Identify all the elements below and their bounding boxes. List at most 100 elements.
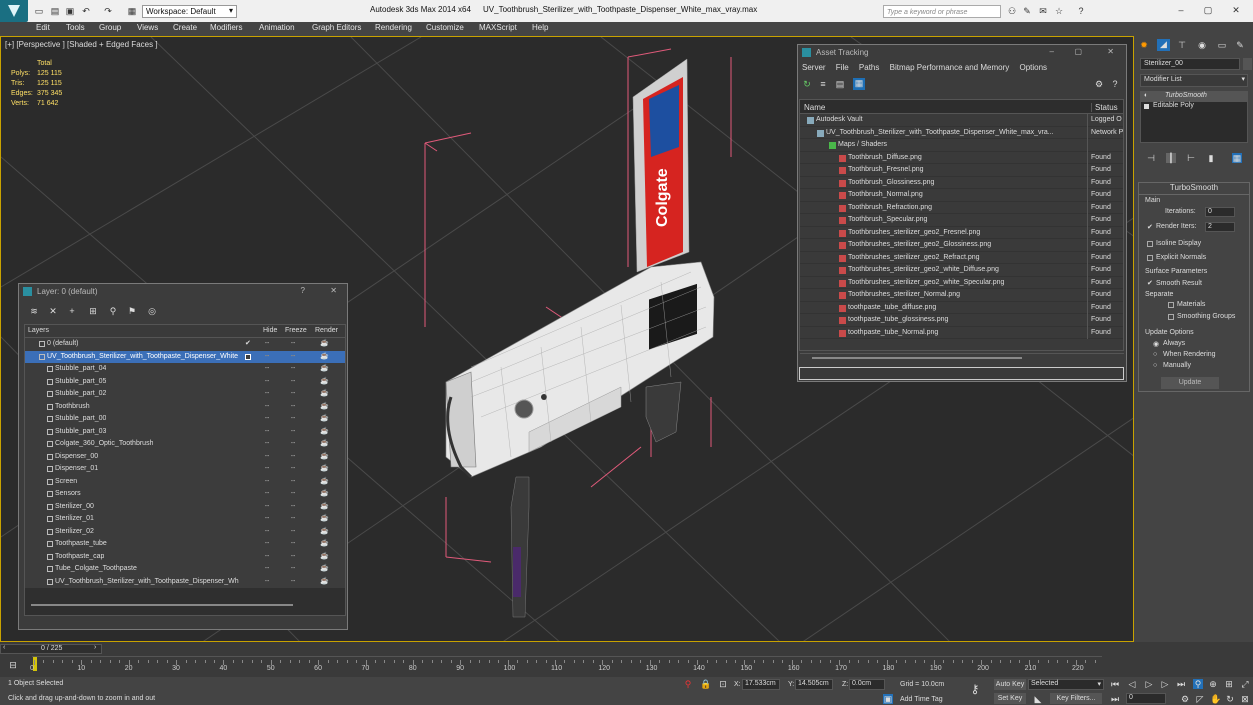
asset-row[interactable]: Autodesk Vault Logged O	[800, 114, 1123, 127]
absolute-mode-icon[interactable]: ⊡	[718, 679, 728, 689]
hide-toggle[interactable]: ┅	[265, 338, 269, 351]
asset-scrollbar[interactable]	[800, 353, 1124, 361]
refresh-icon[interactable]: ↻	[802, 79, 812, 89]
hide-toggle[interactable]: ┅	[265, 463, 269, 476]
key-icon[interactable]: ⚷	[970, 683, 980, 695]
object-name-field[interactable]: Sterilizer_00	[1140, 58, 1240, 70]
column-render[interactable]: Render	[315, 327, 338, 334]
menu-group[interactable]: Group	[99, 23, 121, 32]
communication-icon[interactable]: ✉	[1038, 6, 1048, 16]
time-slider-next-icon[interactable]: ›	[94, 644, 96, 651]
materials-checkbox[interactable]	[1168, 302, 1174, 308]
column-status[interactable]: Status	[1091, 103, 1118, 112]
freeze-toggle[interactable]: ┅	[291, 551, 295, 564]
hide-toggle[interactable]: ┅	[265, 551, 269, 564]
add-time-tag-label[interactable]: Add Time Tag	[900, 696, 943, 703]
selection-set-dropdown[interactable]: Selected ▾	[1028, 679, 1104, 690]
hide-toggle[interactable]: ┅	[265, 438, 269, 451]
render-teapot-icon[interactable]: ☕	[320, 576, 329, 589]
pin-stack-icon[interactable]: ⊣	[1146, 153, 1156, 163]
menu-tools[interactable]: Tools	[66, 23, 85, 32]
layer-row[interactable]: UV_Toothbrush_Sterilizer_with_Toothpaste…	[25, 350, 345, 363]
menu-animation[interactable]: Animation	[259, 23, 295, 32]
modifier-list-dropdown[interactable]: Modifier List ▾	[1140, 74, 1248, 87]
layer-row[interactable]: Stubble_part_00 ┅ ┅ ☕	[25, 413, 345, 426]
when-rendering-radio[interactable]: ○	[1153, 351, 1157, 358]
maximize-icon[interactable]: ▢	[1203, 5, 1213, 15]
render-teapot-icon[interactable]: ☕	[320, 551, 329, 564]
mini-curve-editor-icon[interactable]: ⊟	[8, 660, 18, 670]
asset-row[interactable]: Toothbrushes_sterilizer_geo2_white_Specu…	[800, 276, 1123, 289]
modify-tab-icon[interactable]: ◢	[1157, 39, 1170, 51]
layer-row[interactable]: Stubble_part_02 ┅ ┅ ☕	[25, 388, 345, 401]
smooth-result-checkbox[interactable]: ✔	[1147, 279, 1153, 287]
field-of-view-icon[interactable]: ◸	[1195, 694, 1205, 704]
highlight-layer-icon[interactable]: ⚑	[127, 306, 137, 316]
freeze-toggle[interactable]: ┅	[291, 476, 295, 489]
pan-view-icon[interactable]: ✋	[1210, 694, 1221, 704]
render-teapot-icon[interactable]: ☕	[320, 388, 329, 401]
current-layer-check-icon[interactable]: ✔	[245, 338, 251, 351]
isolate-icon[interactable]: ⚲	[683, 679, 693, 689]
rollout-title[interactable]: TurboSmooth	[1139, 183, 1249, 195]
freeze-toggle[interactable]: ┅	[291, 363, 295, 376]
freeze-toggle[interactable]: ┅	[291, 451, 295, 464]
maximize-icon[interactable]: ▢	[1074, 47, 1082, 56]
menu-graph-editors[interactable]: Graph Editors	[312, 23, 361, 32]
menu-create[interactable]: Create	[173, 23, 197, 32]
hide-toggle[interactable]: ┅	[265, 376, 269, 389]
layer-row[interactable]: UV_Toothbrush_Sterilizer_with_Toothpaste…	[25, 576, 345, 589]
x-coordinate-field[interactable]: 17.533cm	[742, 679, 780, 690]
freeze-toggle[interactable]: ┅	[291, 563, 295, 576]
hide-toggle[interactable]: ┅	[265, 426, 269, 439]
asset-row[interactable]: Toothbrushes_sterilizer_geo2_white_Diffu…	[800, 264, 1123, 277]
render-teapot-icon[interactable]: ☕	[320, 426, 329, 439]
object-color-swatch[interactable]	[1243, 58, 1252, 70]
layer-row[interactable]: Sterilizer_01 ┅ ┅ ☕	[25, 513, 345, 526]
layer-scrollbar[interactable]	[31, 604, 293, 606]
favorites-star-icon[interactable]: ☆	[1054, 6, 1064, 16]
next-frame-icon[interactable]: ▷	[1160, 679, 1170, 689]
smoothing-groups-checkbox[interactable]	[1168, 314, 1174, 320]
isoline-checkbox[interactable]	[1147, 241, 1153, 247]
freeze-toggle[interactable]: ┅	[291, 488, 295, 501]
freeze-toggle[interactable]: ┅	[291, 426, 295, 439]
freeze-toggle[interactable]: ┅	[291, 401, 295, 414]
update-button[interactable]: Update	[1161, 377, 1219, 389]
hide-all-icon[interactable]: ◎	[147, 306, 157, 316]
render-teapot-icon[interactable]: ☕	[320, 513, 329, 526]
hide-toggle[interactable]: ┅	[265, 451, 269, 464]
save-file-icon[interactable]: ▣	[65, 6, 75, 16]
menu-options[interactable]: Options	[1019, 63, 1047, 72]
layer-row[interactable]: Sterilizer_00 ┅ ┅ ☕	[25, 501, 345, 514]
asset-row[interactable]: Toothbrushes_sterilizer_geo2_Glossiness.…	[800, 239, 1123, 252]
menu-modifiers[interactable]: Modifiers	[210, 23, 242, 32]
freeze-toggle[interactable]: ┅	[291, 538, 295, 551]
create-tab-icon[interactable]: ✹	[1139, 40, 1149, 50]
layer-row[interactable]: Toothpaste_cap ┅ ┅ ☕	[25, 551, 345, 564]
asset-row[interactable]: Maps / Shaders	[800, 139, 1123, 152]
modifier-turbosmooth[interactable]: ◐ TurboSmooth	[1141, 92, 1247, 102]
freeze-toggle[interactable]: ┅	[291, 413, 295, 426]
orbit-icon[interactable]: ↻	[1225, 694, 1235, 704]
layer-row[interactable]: Toothbrush ┅ ┅ ☕	[25, 401, 345, 414]
hide-toggle[interactable]: ┅	[265, 538, 269, 551]
render-teapot-icon[interactable]: ☕	[320, 438, 329, 451]
menu-edit[interactable]: Edit	[36, 23, 50, 32]
key-mode-toggle-icon[interactable]: ⏭	[1110, 694, 1120, 704]
column-freeze[interactable]: Freeze	[285, 327, 307, 334]
zoom-icon[interactable]: ⚲	[1193, 679, 1203, 689]
render-teapot-icon[interactable]: ☕	[320, 538, 329, 551]
hide-toggle[interactable]: ┅	[265, 401, 269, 414]
hide-toggle[interactable]: ┅	[265, 526, 269, 539]
freeze-toggle[interactable]: ┅	[291, 376, 295, 389]
layer-row[interactable]: Stubble_part_05 ┅ ┅ ☕	[25, 376, 345, 389]
redo-icon[interactable]: ↷	[103, 6, 113, 16]
menu-views[interactable]: Views	[137, 23, 158, 32]
always-radio[interactable]: ◉	[1153, 340, 1159, 348]
configure-sets-icon[interactable]: ▦	[1232, 153, 1242, 163]
tools-icon[interactable]: ✎	[1022, 6, 1032, 16]
minimize-icon[interactable]: –	[1176, 5, 1186, 15]
new-file-icon[interactable]: ▭	[34, 6, 44, 16]
layer-row[interactable]: Dispenser_00 ┅ ┅ ☕	[25, 451, 345, 464]
